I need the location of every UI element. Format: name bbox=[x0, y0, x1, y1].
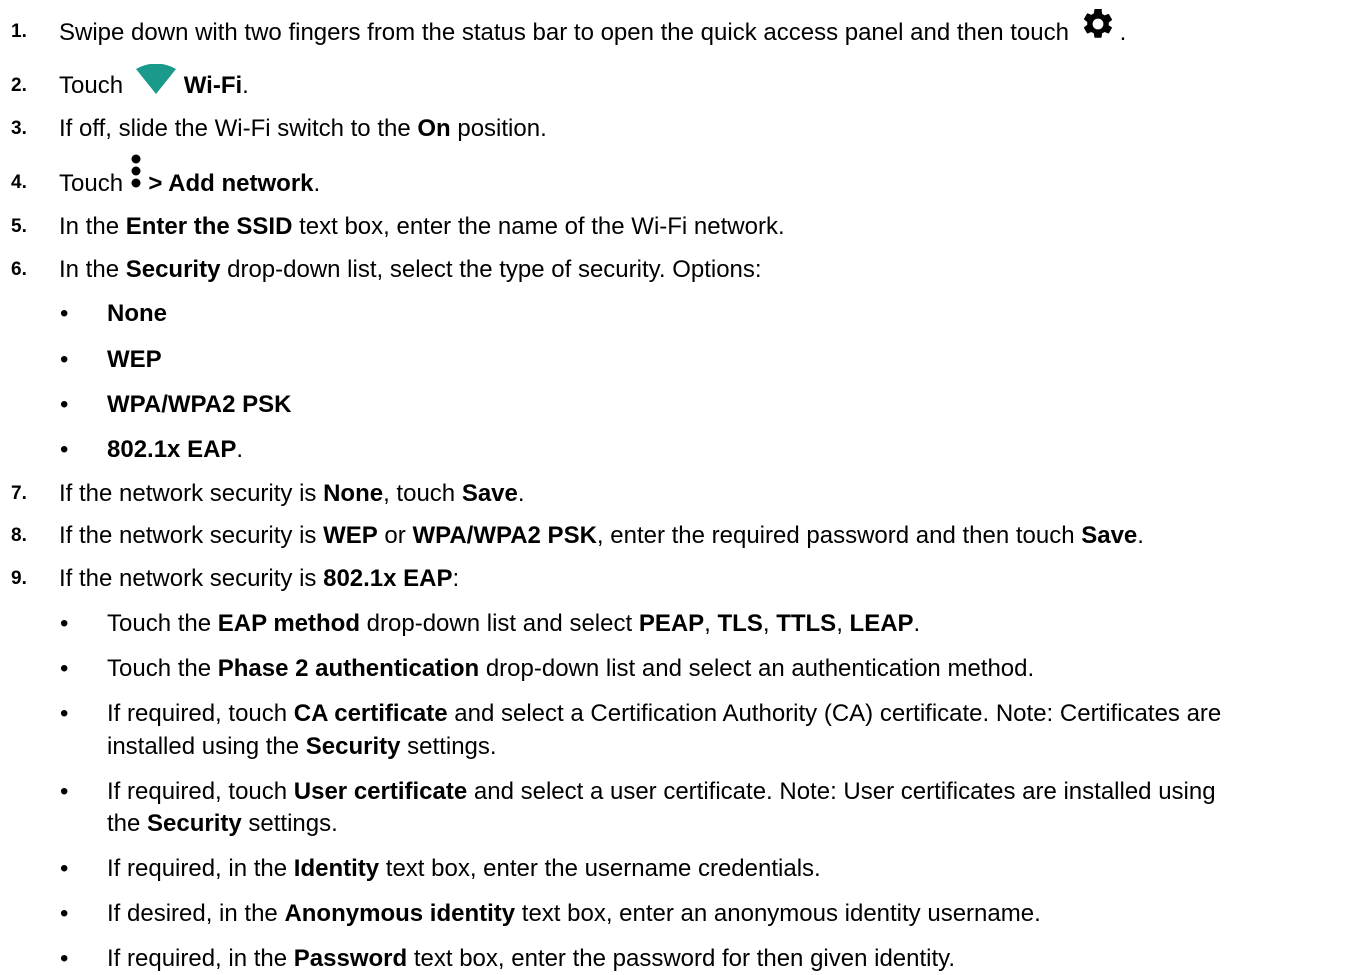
step-number: 1. bbox=[11, 21, 27, 42]
step-number: 2. bbox=[11, 75, 27, 96]
step-number: 6. bbox=[11, 259, 27, 280]
bullet: • bbox=[60, 391, 69, 418]
bullet: • bbox=[60, 300, 69, 327]
step-text: Swipe down with two fingers from the sta… bbox=[59, 18, 1076, 46]
bullet: • bbox=[60, 346, 69, 373]
bullet: • bbox=[60, 436, 69, 463]
step-number: 4. bbox=[11, 172, 27, 193]
bullet: • bbox=[60, 655, 69, 682]
bullet: • bbox=[60, 855, 69, 882]
bullet: • bbox=[60, 610, 69, 637]
step-number: 8. bbox=[11, 525, 27, 546]
wifi-label: Wi-Fi bbox=[183, 72, 243, 99]
gear-icon bbox=[1076, 6, 1120, 51]
bullet: • bbox=[60, 778, 69, 805]
bullet: • bbox=[60, 700, 69, 727]
step-number: 7. bbox=[11, 483, 27, 504]
step-number: 5. bbox=[11, 216, 27, 237]
step-number: 3. bbox=[11, 118, 27, 139]
wifi-icon bbox=[135, 63, 176, 103]
step-text: Touch bbox=[59, 72, 130, 99]
bullet: • bbox=[60, 900, 69, 927]
bullet: • bbox=[60, 945, 69, 972]
step-number: 9. bbox=[11, 568, 27, 589]
more-vertical-icon bbox=[130, 153, 142, 202]
